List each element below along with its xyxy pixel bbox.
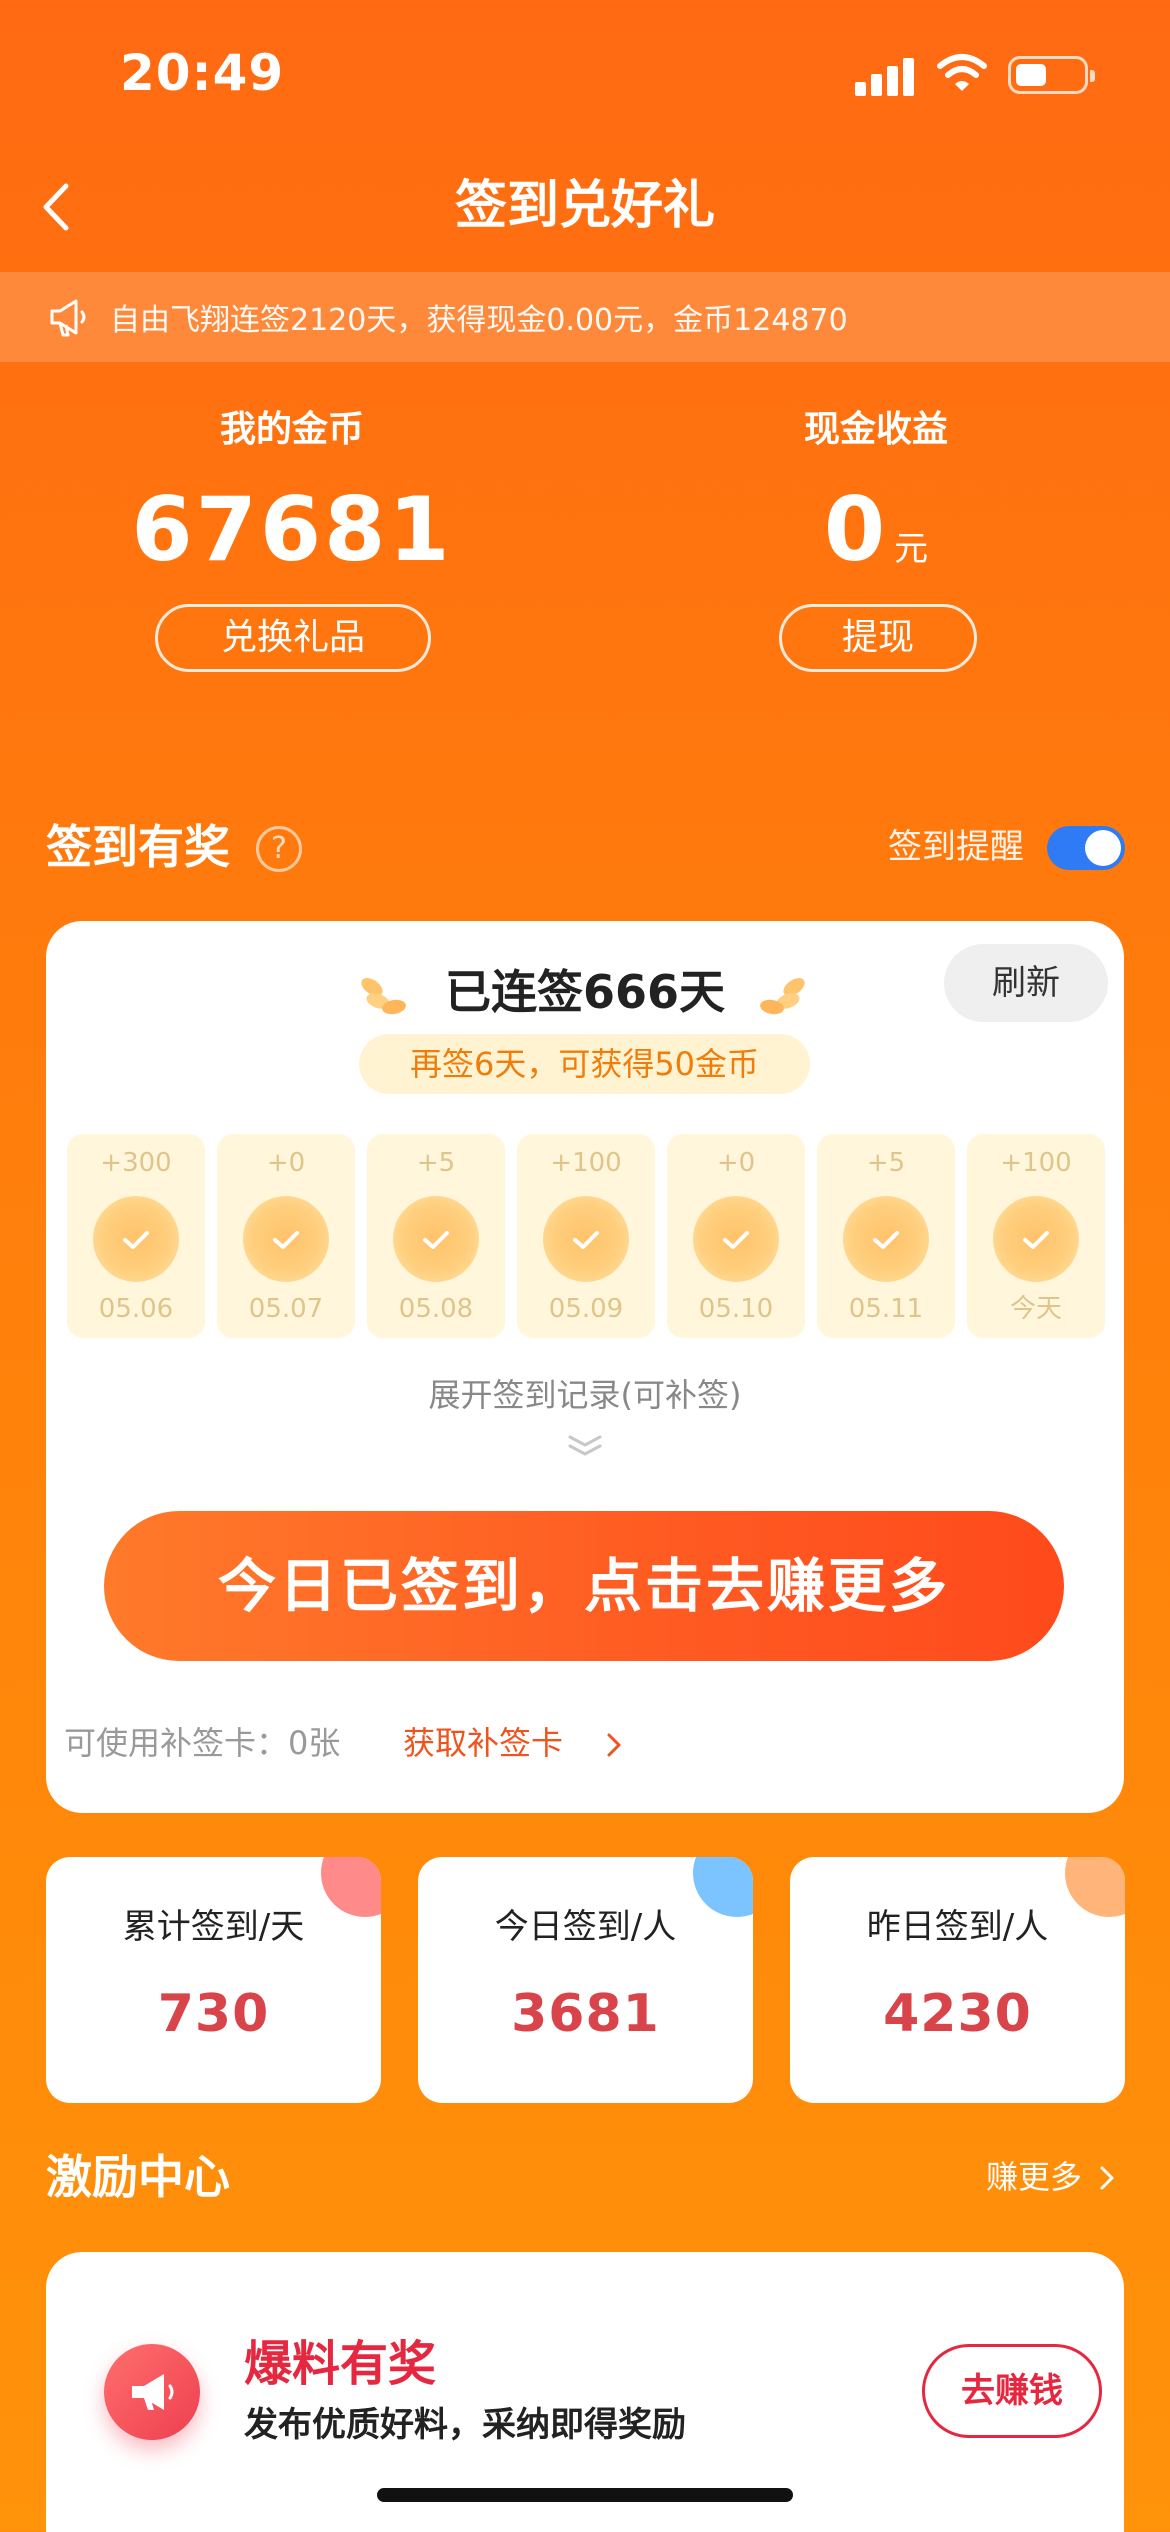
checked-coin-icon: [543, 1196, 629, 1282]
checkin-day-today: +100 今天: [967, 1134, 1105, 1338]
day-points: +100: [550, 1148, 622, 1178]
total-checkin-card: 累计签到/天 730: [46, 1857, 381, 2103]
battery-icon: [1008, 56, 1095, 94]
get-makeup-card-link[interactable]: 获取补签卡: [403, 1719, 563, 1767]
count-label: 今日签到/人: [494, 1907, 677, 1947]
checked-coin-icon: [93, 1196, 179, 1282]
makeup-card-count: 可使用补签卡：0张: [64, 1724, 341, 1762]
checkin-day: +100 05.09: [517, 1134, 655, 1338]
count-label: 昨日签到/人: [866, 1907, 1049, 1947]
day-date: 05.07: [248, 1294, 324, 1324]
checkin-remind-label: 签到提醒: [888, 827, 1024, 867]
status-time: 20:49: [120, 44, 285, 102]
toggle-knob: [1085, 830, 1121, 866]
count-label: 累计签到/天: [122, 1907, 305, 1947]
cash-value-number: 0: [823, 478, 889, 581]
cash-stat: 现金收益 0元: [676, 400, 1076, 607]
page-title: 签到兑好礼: [454, 176, 715, 236]
today-checkin-card: 今日签到/人 3681: [418, 1857, 753, 2103]
day-date: 05.06: [98, 1294, 174, 1324]
checkin-day: +300 05.06: [67, 1134, 205, 1338]
withdraw-button[interactable]: 提现: [779, 604, 977, 672]
day-points: +5: [416, 1148, 456, 1178]
earn-more-button[interactable]: 今日已签到，点击去赚更多: [104, 1511, 1064, 1661]
checkin-day: +0 05.07: [217, 1134, 355, 1338]
coins-stat: 我的金币 67681: [92, 400, 492, 588]
help-icon[interactable]: ?: [256, 826, 302, 872]
day-date: 今天: [1009, 1294, 1062, 1324]
wifi-icon: [937, 54, 987, 91]
count-value: 4230: [883, 1984, 1032, 2044]
coins-value: 67681: [92, 472, 492, 588]
day-date: 05.10: [698, 1294, 774, 1324]
checked-coin-icon: [843, 1196, 929, 1282]
go-earn-button[interactable]: 去赚钱: [922, 2344, 1102, 2438]
day-date: 05.11: [848, 1294, 924, 1324]
incentive-name: 爆料有奖: [244, 2336, 437, 2392]
exchange-gift-button[interactable]: 兑换礼品: [155, 604, 431, 672]
day-points: +0: [716, 1148, 756, 1178]
checkin-day: +5 05.08: [367, 1134, 505, 1338]
notice-text: 自由飞翔连签2120天，获得现金0.00元，金币124870: [110, 303, 848, 338]
laurel-right-icon: [760, 978, 805, 1015]
day-points: +5: [866, 1148, 906, 1178]
expand-records-link[interactable]: 展开签到记录(可补签): [46, 1371, 1124, 1419]
checkin-day: +5 05.11: [817, 1134, 955, 1338]
count-value: 730: [157, 1984, 270, 2044]
yesterday-checkin-card: 昨日签到/人 4230: [790, 1857, 1125, 2103]
count-value: 3681: [511, 1984, 660, 2044]
checkin-card: 已连签666天 刷新 再签6天，可获得50金币 +300 05.06 +0 05…: [46, 921, 1124, 1813]
streak-hint: 再签6天，可获得50金币: [359, 1034, 810, 1094]
day-points: +100: [1000, 1148, 1072, 1178]
day-points: +0: [266, 1148, 306, 1178]
status-bar: 20:49: [0, 0, 1170, 150]
day-date: 05.09: [548, 1294, 624, 1324]
cash-unit: 元: [894, 529, 929, 569]
coins-value-number: 67681: [131, 478, 453, 581]
cash-label: 现金收益: [803, 409, 948, 450]
checkin-remind-toggle[interactable]: [1047, 826, 1125, 870]
incentive-section-title: 激励中心: [46, 2150, 230, 2204]
cellular-signal-icon: [855, 56, 915, 96]
checked-coin-icon: [393, 1196, 479, 1282]
checkin-day: +0 05.10: [667, 1134, 805, 1338]
checked-coin-icon: [993, 1196, 1079, 1282]
megaphone-icon: [50, 299, 86, 337]
day-points: +300: [100, 1148, 172, 1178]
checkin-days: +300 05.06 +0 05.07 +5 05.08 +100 05.09 …: [67, 1134, 1105, 1338]
day-date: 05.08: [398, 1294, 474, 1324]
chevron-right-icon[interactable]: [604, 1731, 624, 1759]
home-indicator: [377, 2488, 793, 2502]
earn-more-link[interactable]: 赚更多: [986, 2152, 1082, 2202]
notice-banner: 自由飞翔连签2120天，获得现金0.00元，金币124870: [0, 272, 1170, 362]
checked-coin-icon: [693, 1196, 779, 1282]
cash-value: 0元: [676, 472, 1076, 607]
double-chevron-down-icon[interactable]: [564, 1431, 606, 1461]
megaphone-badge-icon: [104, 2344, 200, 2440]
coins-label: 我的金币: [219, 409, 364, 450]
incentive-description: 发布优质好料，采纳即得奖励: [244, 2405, 686, 2445]
refresh-button[interactable]: 刷新: [944, 944, 1108, 1022]
checked-coin-icon: [243, 1196, 329, 1282]
checkin-section-title: 签到有奖: [46, 820, 230, 874]
chevron-right-icon[interactable]: [1098, 2164, 1116, 2192]
